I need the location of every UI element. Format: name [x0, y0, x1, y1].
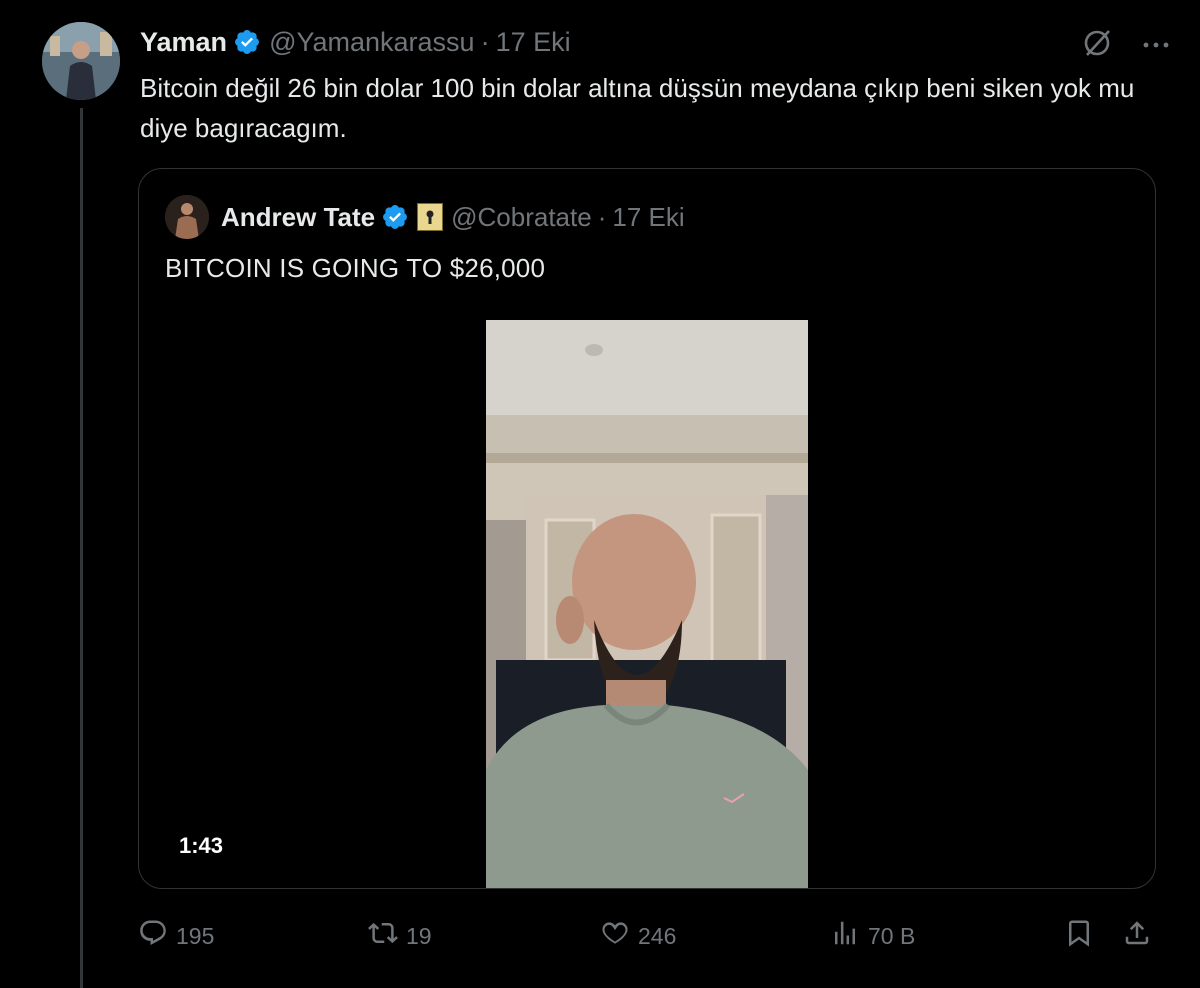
quote-author-handle[interactable]: @Cobratate	[451, 202, 592, 233]
avatar[interactable]	[42, 22, 120, 100]
bookmark-icon	[1064, 918, 1094, 954]
tweet-date[interactable]: 17 Eki	[496, 27, 571, 58]
quoted-tweet[interactable]: Andrew Tate @Cobratate · 17 Eki BITCOIN …	[138, 168, 1156, 889]
views-count: 70 B	[868, 922, 916, 949]
grok-icon[interactable]	[1080, 26, 1114, 65]
quote-avatar	[165, 195, 209, 239]
verified-badge-icon	[381, 203, 409, 231]
video-thumbnail[interactable]	[486, 320, 808, 888]
repost-icon	[368, 918, 398, 954]
quote-text: BITCOIN IS GOING TO $26,000	[165, 253, 546, 283]
like-count: 246	[638, 922, 677, 949]
bookmark-button[interactable]	[1064, 914, 1094, 958]
affiliate-badge-icon	[417, 203, 444, 231]
action-bar: 195 19 246 70 B	[138, 914, 1158, 958]
author-name[interactable]: Yaman	[140, 27, 227, 58]
share-icon	[1122, 918, 1152, 954]
verified-badge-icon	[233, 28, 261, 56]
reply-icon	[138, 918, 168, 954]
reply-button[interactable]: 195	[138, 914, 214, 958]
repost-button[interactable]: 19	[368, 914, 432, 958]
top-actions	[1080, 26, 1170, 65]
heart-icon	[600, 918, 630, 954]
thread-line	[80, 108, 83, 988]
like-button[interactable]: 246	[600, 914, 676, 958]
author-handle[interactable]: @Yamankarassu	[269, 27, 475, 58]
video-duration: 1:43	[179, 833, 224, 858]
reply-count: 195	[176, 922, 215, 949]
quote-header: Andrew Tate @Cobratate · 17 Eki	[165, 195, 685, 239]
more-icon[interactable]	[1142, 37, 1170, 55]
views-button[interactable]: 70 B	[830, 914, 915, 958]
repost-count: 19	[406, 922, 432, 949]
separator: ·	[480, 26, 490, 57]
views-icon	[830, 918, 860, 954]
tweet-header: Yaman @Yamankarassu · 17 Eki	[140, 24, 571, 60]
share-button[interactable]	[1122, 914, 1152, 958]
quote-date[interactable]: 17 Eki	[612, 202, 684, 233]
tweet-text: Bitcoin değil 26 bin dolar 100 bin dolar…	[140, 73, 1135, 143]
quote-author-name[interactable]: Andrew Tate	[221, 202, 375, 233]
separator: ·	[597, 201, 607, 232]
